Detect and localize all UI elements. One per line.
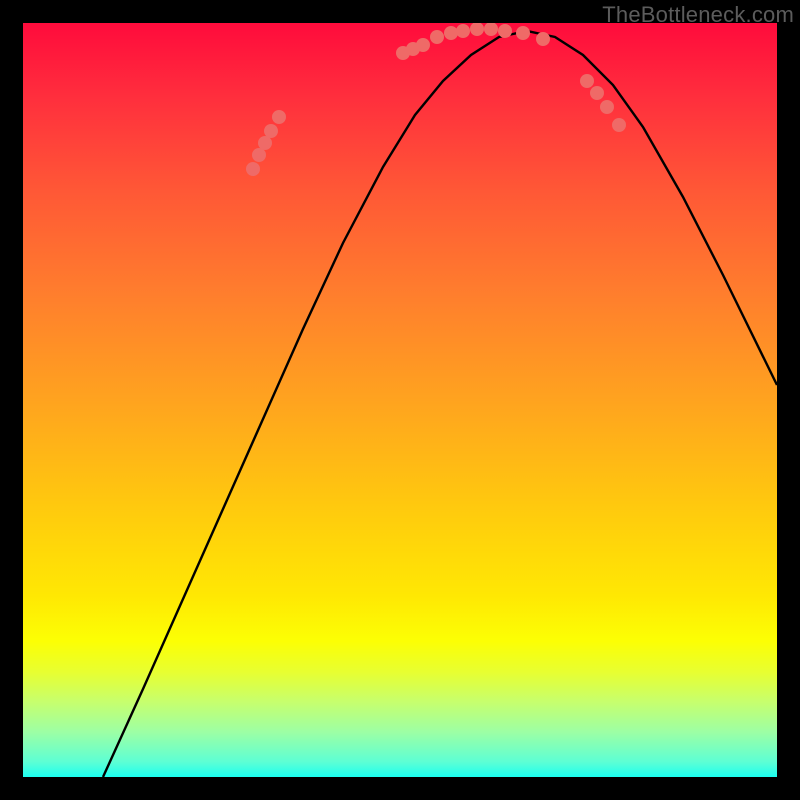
marker-dot <box>470 23 484 36</box>
marker-dot <box>444 26 458 40</box>
marker-dot <box>590 86 604 100</box>
marker-dot <box>456 24 470 38</box>
marker-dot <box>252 148 266 162</box>
marker-dot <box>580 74 594 88</box>
watermark-text: TheBottleneck.com <box>602 2 794 28</box>
chart-svg <box>23 23 777 777</box>
marker-dot <box>600 100 614 114</box>
chart-frame <box>23 23 777 777</box>
marker-dot <box>484 23 498 36</box>
marker-dot <box>516 26 530 40</box>
marker-dot <box>246 162 260 176</box>
marker-dot <box>416 38 430 52</box>
bottleneck-curve <box>103 31 777 777</box>
marker-dot <box>430 30 444 44</box>
marker-dot <box>498 24 512 38</box>
marker-dot <box>264 124 278 138</box>
marker-dot <box>612 118 626 132</box>
marker-dot <box>536 32 550 46</box>
marker-dot <box>258 136 272 150</box>
marker-dot <box>272 110 286 124</box>
